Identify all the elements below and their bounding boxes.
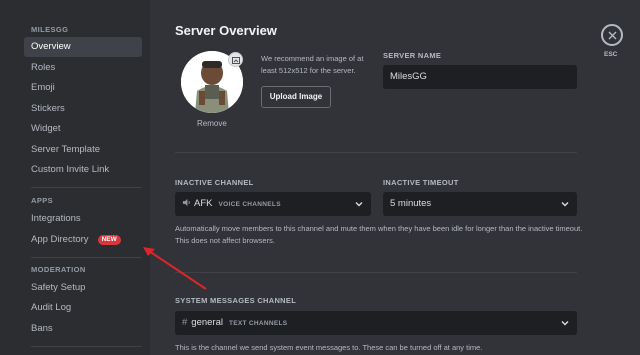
sidebar-item-audit-log[interactable]: Audit Log [24, 298, 142, 318]
sidebar-item-label: Bans [31, 323, 53, 334]
sidebar-divider [31, 346, 142, 347]
sidebar-item-roles[interactable]: Roles [24, 58, 142, 78]
sidebar-item-custom-invite-link[interactable]: Custom Invite Link [24, 160, 142, 180]
section-divider [175, 272, 577, 273]
sidebar-divider [31, 187, 142, 188]
page-title: Server Overview [175, 23, 277, 38]
inactive-channel-label: INACTIVE CHANNEL [175, 178, 254, 187]
icon-recommendation-text: We recommend an image of at least 512x51… [261, 54, 364, 75]
sidebar-item-label: Stickers [31, 103, 65, 114]
sidebar-item-label: Safety Setup [31, 282, 86, 293]
channel-category-label: VOICE CHANNELS [218, 201, 281, 208]
inactive-channel-value: AFK [194, 198, 213, 209]
system-channel-label: SYSTEM MESSAGES CHANNEL [175, 296, 297, 305]
sidebar-item-overview[interactable]: Overview [24, 37, 142, 57]
settings-content: Server Overview Remove We recommend an i… [150, 0, 640, 355]
system-help-text: This is the channel we send system event… [175, 343, 483, 352]
inactive-timeout-value: 5 minutes [390, 198, 432, 209]
close-button[interactable] [601, 24, 623, 46]
sidebar-item-label: Custom Invite Link [31, 164, 110, 175]
speaker-icon [182, 198, 190, 207]
esc-label: ESC [604, 51, 618, 58]
sidebar-item-safety-setup[interactable]: Safety Setup [24, 278, 142, 298]
sidebar-item-label: Server Template [31, 144, 100, 155]
moderation-section-header: MODERATION [31, 265, 86, 274]
sidebar-item-label: Audit Log [31, 302, 72, 313]
sidebar-item-stickers[interactable]: Stickers [24, 99, 142, 119]
annotation-arrow [143, 247, 207, 290]
upload-image-icon[interactable] [228, 52, 243, 67]
sidebar-item-label: Emoji [31, 82, 55, 93]
inactive-timeout-label: INACTIVE TIMEOUT [383, 178, 459, 187]
server-name-value: MilesGG [390, 71, 427, 82]
sidebar-item-label: Widget [31, 123, 61, 134]
sidebar-item-label: App Directory [31, 234, 89, 245]
chevron-down-icon [561, 321, 569, 326]
close-icon [608, 31, 616, 39]
system-channel-value: general [191, 317, 223, 328]
sidebar-item-integrations[interactable]: Integrations [24, 209, 142, 229]
sidebar-item-app-directory[interactable]: App Directory NEW [24, 230, 142, 250]
section-divider [175, 152, 577, 153]
sidebar-item-bans[interactable]: Bans [24, 319, 142, 339]
chevron-down-icon [355, 202, 363, 207]
remove-icon-link[interactable]: Remove [197, 119, 227, 128]
new-badge: NEW [97, 235, 121, 245]
server-name-input[interactable]: MilesGG [383, 65, 577, 89]
system-channel-select[interactable]: # general TEXT CHANNELS [175, 311, 577, 335]
inactive-timeout-select[interactable]: 5 minutes [383, 192, 577, 216]
chevron-down-icon [561, 202, 569, 207]
server-name-label: SERVER NAME [383, 51, 442, 60]
apps-section-header: APPS [31, 196, 54, 205]
sidebar-item-label: Integrations [31, 213, 81, 224]
settings-sidebar: MILESGG Overview Roles Emoji Stickers Wi… [0, 0, 150, 355]
hash-icon: # [182, 317, 188, 328]
inactive-channel-select[interactable]: AFK VOICE CHANNELS [175, 192, 371, 216]
sidebar-item-emoji[interactable]: Emoji [24, 78, 142, 98]
server-section-header: MILESGG [31, 25, 69, 34]
sidebar-item-widget[interactable]: Widget [24, 119, 142, 139]
upload-image-button[interactable]: Upload Image [261, 86, 331, 108]
sidebar-divider [31, 257, 142, 258]
sidebar-item-label: Overview [31, 41, 71, 52]
sidebar-item-label: Roles [31, 62, 56, 73]
sidebar-item-server-template[interactable]: Server Template [24, 140, 142, 160]
channel-category-label: TEXT CHANNELS [229, 320, 288, 327]
inactive-help-text: Automatically move members to this chann… [175, 224, 583, 245]
